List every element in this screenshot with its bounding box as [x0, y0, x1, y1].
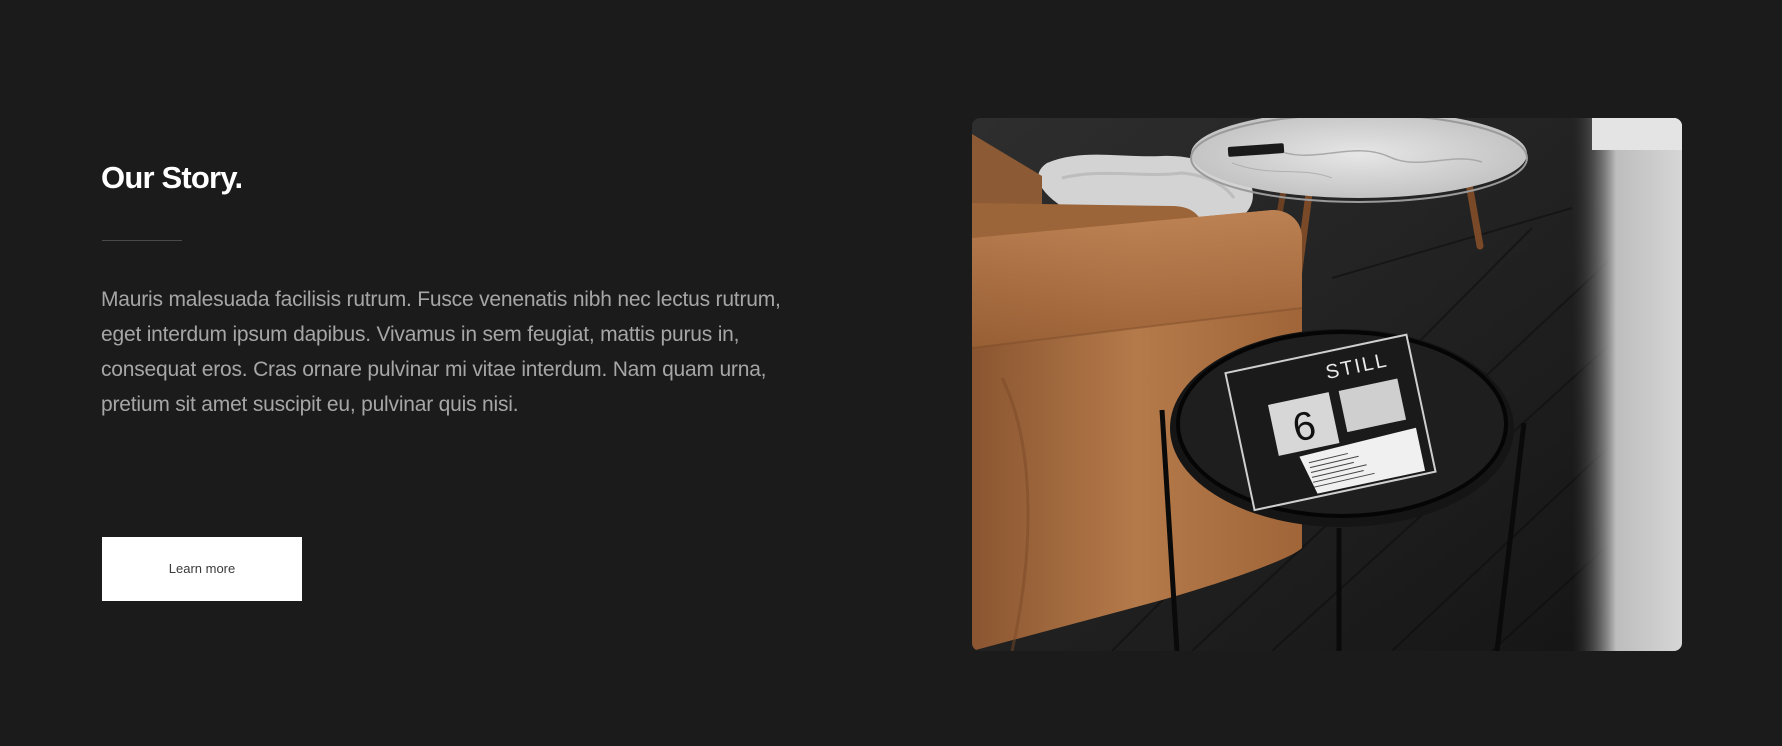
title-divider: [102, 240, 182, 241]
story-paragraph: Mauris malesuada facilisis rutrum. Fusce…: [101, 288, 781, 416]
interior-photo-illustration: STILL 6: [972, 118, 1682, 651]
interior-photo: STILL 6: [972, 118, 1682, 651]
learn-more-button[interactable]: Learn more: [102, 537, 302, 601]
section-title: Our Story.: [101, 160, 243, 195]
our-story-section: Our Story. Mauris malesuada facilisis ru…: [0, 0, 1782, 746]
